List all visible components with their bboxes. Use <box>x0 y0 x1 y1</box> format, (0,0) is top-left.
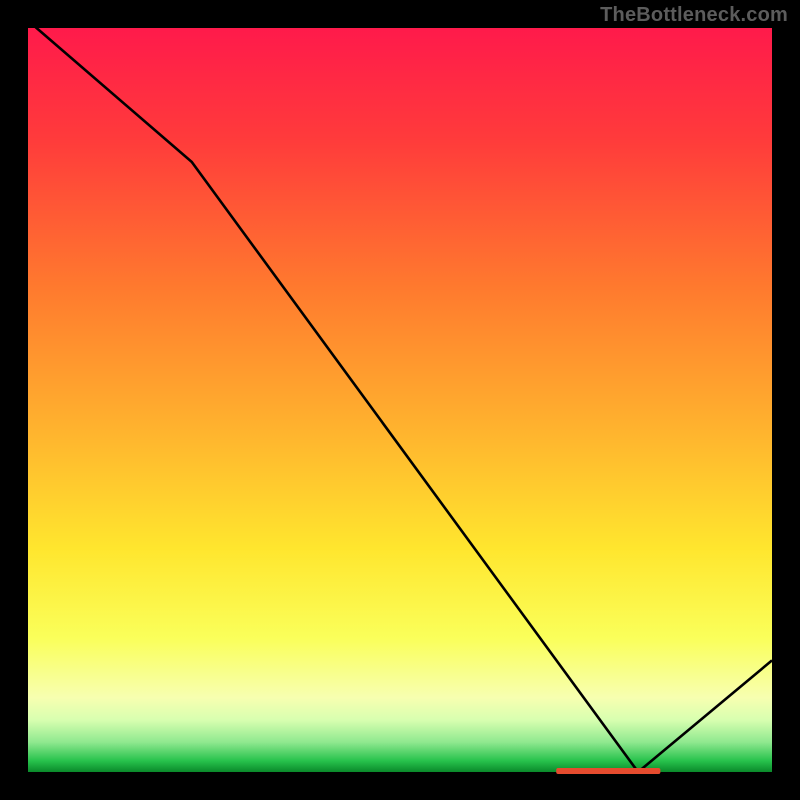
optimal-marker <box>556 768 660 774</box>
attribution-label: TheBottleneck.com <box>600 4 788 27</box>
plot-background <box>28 28 772 772</box>
chart-container: TheBottleneck.com <box>0 0 800 800</box>
bottleneck-chart <box>0 0 800 800</box>
